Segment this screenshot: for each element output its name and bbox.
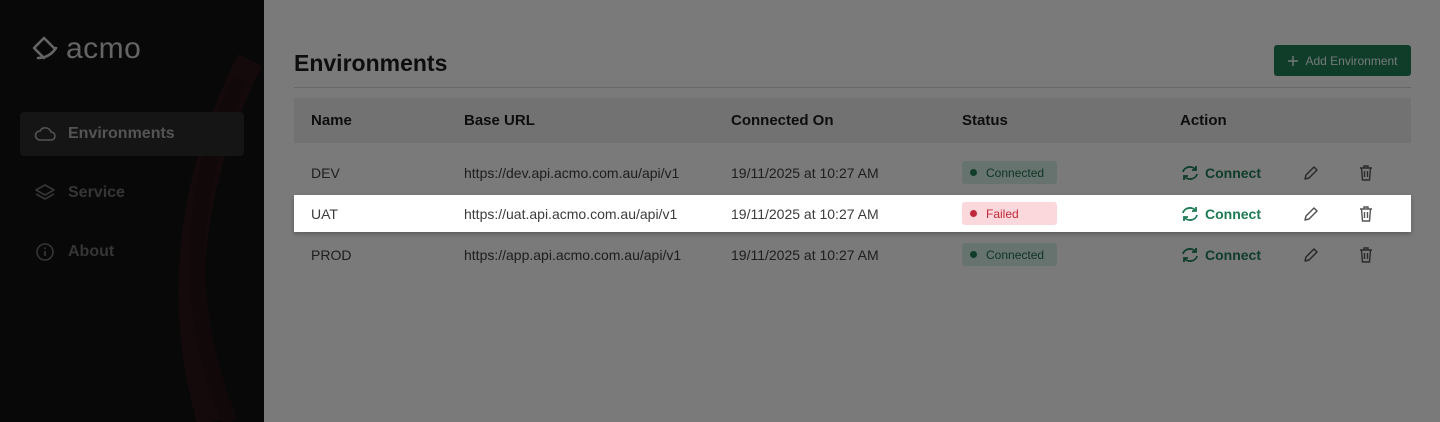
sidebar-item-environments[interactable]: Environments (20, 112, 244, 156)
env-connected-on: 19/11/2025 at 10:27 AM (731, 205, 879, 222)
status-dot (970, 251, 977, 258)
status-cell: Connected (962, 236, 1057, 273)
layers-icon (35, 184, 55, 200)
sidebar-item-label: Service (68, 184, 125, 201)
sidebar-nav: Environments Service About (20, 112, 244, 289)
status-cell: Connected (962, 154, 1057, 191)
connect-label: Connect (1205, 164, 1261, 181)
env-name: PROD (311, 246, 352, 263)
refresh-icon (1182, 247, 1198, 262)
table-header: Name Base URL Connected On Status Action (294, 98, 1411, 143)
env-name: DEV (311, 164, 340, 181)
connect-button[interactable]: Connect (1180, 165, 1261, 181)
column-header-status[interactable]: Status (962, 98, 1008, 143)
column-header-base-url[interactable]: Base URL (464, 98, 535, 143)
delete-button[interactable] (1358, 154, 1374, 191)
action-cell: Connect (1180, 236, 1261, 273)
sidebar: acmo Environments Service About (0, 0, 264, 422)
env-connected-on: 19/11/2025 at 10:27 AM (731, 246, 879, 263)
delete-button[interactable] (1358, 195, 1374, 232)
connect-button[interactable]: Connect (1180, 206, 1261, 222)
status-badge: Connected (962, 243, 1057, 266)
cloud-icon (34, 127, 56, 141)
status-dot (970, 169, 977, 176)
column-header-connected-on[interactable]: Connected On (731, 98, 834, 143)
logo-icon (32, 36, 58, 60)
connect-label: Connect (1205, 205, 1261, 222)
status-label: Failed (986, 206, 1019, 221)
sidebar-item-label: About (68, 243, 115, 260)
divider (294, 87, 1411, 88)
connect-label: Connect (1205, 246, 1261, 263)
status-badge: Failed (962, 202, 1057, 225)
refresh-icon (1182, 206, 1198, 221)
add-environment-label: Add Environment (1305, 53, 1398, 68)
acmo-logo[interactable]: acmo (30, 34, 141, 64)
refresh-icon (1182, 165, 1198, 180)
page-title: Environments (294, 50, 448, 76)
env-name: UAT (311, 205, 338, 222)
env-base-url: https://app.api.acmo.com.au/api/v1 (464, 246, 682, 263)
status-badge: Connected (962, 161, 1057, 184)
edit-button[interactable] (1302, 195, 1320, 232)
status-dot (970, 210, 977, 217)
connect-button[interactable]: Connect (1180, 247, 1261, 263)
trash-icon (1360, 164, 1372, 181)
trash-icon (1360, 205, 1372, 222)
column-header-action: Action (1180, 112, 1227, 129)
env-base-url: https://uat.api.acmo.com.au/api/v1 (464, 205, 678, 222)
pencil-icon (1304, 206, 1318, 221)
edit-button[interactable] (1302, 236, 1320, 273)
status-label: Connected (986, 165, 1045, 180)
action-cell: Connect (1180, 154, 1261, 191)
status-label: Connected (986, 247, 1045, 262)
sidebar-item-service[interactable]: Service (20, 171, 244, 215)
table-row[interactable]: DEV https://dev.api.acmo.com.au/api/v1 1… (294, 154, 1411, 191)
trash-icon (1360, 246, 1372, 263)
plus-icon (1288, 55, 1299, 66)
table-row-highlighted[interactable]: UAT https://uat.api.acmo.com.au/api/v1 1… (294, 195, 1411, 232)
env-base-url: https://dev.api.acmo.com.au/api/v1 (464, 164, 680, 181)
edit-button[interactable] (1302, 154, 1320, 191)
status-cell: Failed (962, 195, 1057, 232)
action-cell: Connect (1180, 195, 1261, 232)
sidebar-item-label: Environments (68, 125, 175, 142)
sidebar-item-about[interactable]: About (20, 230, 244, 274)
logo-text: acmo (66, 32, 142, 65)
delete-button[interactable] (1358, 236, 1374, 273)
info-icon (36, 243, 54, 261)
pencil-icon (1304, 165, 1318, 180)
pencil-icon (1304, 247, 1318, 262)
env-connected-on: 19/11/2025 at 10:27 AM (731, 164, 879, 181)
table-row[interactable]: PROD https://app.api.acmo.com.au/api/v1 … (294, 236, 1411, 273)
add-environment-button[interactable]: Add Environment (1274, 45, 1411, 76)
column-header-name[interactable]: Name (311, 98, 352, 143)
